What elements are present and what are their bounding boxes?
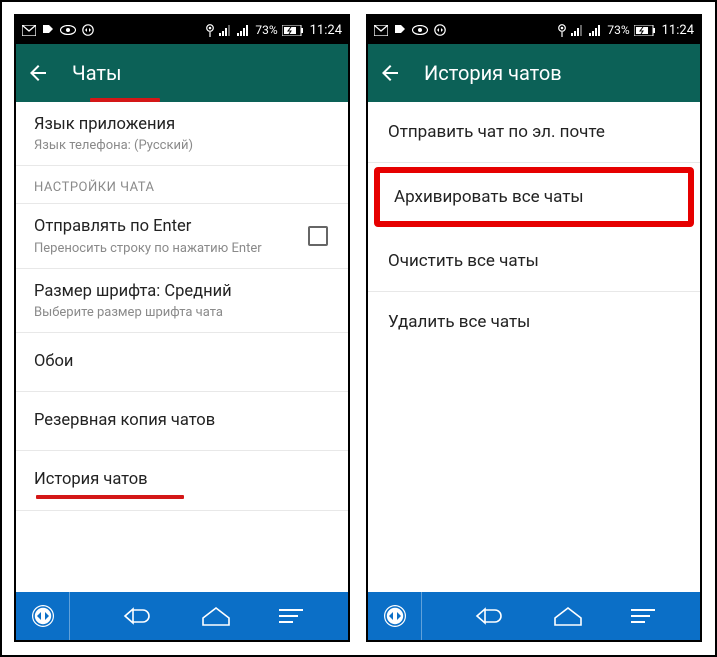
nav-bar: [16, 592, 348, 640]
teamviewer-icon: [82, 24, 94, 36]
app-bar: Чаты: [16, 44, 348, 102]
item-backup[interactable]: Резервная копия чатов: [16, 392, 348, 451]
clock-text: 11:24: [310, 23, 342, 38]
eye-icon: [412, 25, 428, 35]
nav-back-icon[interactable]: [113, 605, 157, 627]
item-label: История чатов: [34, 469, 330, 491]
checkbox-enter[interactable]: [308, 226, 328, 246]
nav-app-icon[interactable]: [368, 592, 422, 640]
item-label: Очистить все чаты: [388, 251, 539, 271]
item-label: Обои: [34, 351, 330, 373]
eye-icon: [60, 25, 76, 35]
app-bar: История чатов: [368, 44, 700, 102]
status-bar: 73% 11:24: [368, 16, 700, 44]
phone-right: 73% 11:24 История чатов Отправить чат по…: [366, 14, 702, 642]
item-wallpaper[interactable]: Обои: [16, 333, 348, 392]
teamviewer-icon: [434, 24, 446, 36]
tag-icon: [42, 24, 54, 36]
page-title: Чаты: [72, 61, 122, 85]
item-label: Удалить все чаты: [388, 312, 530, 332]
nav-bar: [368, 592, 700, 640]
tag-icon: [394, 24, 406, 36]
item-delete-all[interactable]: Удалить все чаты: [368, 292, 700, 352]
nav-app-icon[interactable]: [16, 592, 70, 640]
battery-percent: 73%: [255, 23, 277, 37]
item-clear-all[interactable]: Очистить все чаты: [368, 231, 700, 292]
item-sub: Выберите размер шрифта чата: [34, 305, 332, 320]
location-icon: [205, 24, 215, 37]
status-bar: 73% 11:24: [16, 16, 348, 44]
signal2-icon: [237, 24, 251, 36]
section-header: НАСТРОЙКИ ЧАТА: [16, 166, 348, 204]
nav-back-icon[interactable]: [465, 605, 509, 627]
battery-icon: [282, 25, 304, 36]
nav-recent-icon[interactable]: [276, 606, 306, 626]
settings-list: Язык приложения Язык телефона: (Русский)…: [16, 102, 348, 592]
clock-text: 11:24: [662, 23, 694, 38]
nav-recent-icon[interactable]: [628, 606, 658, 626]
item-language[interactable]: Язык приложения Язык телефона: (Русский): [16, 102, 348, 166]
nav-home-icon[interactable]: [199, 605, 233, 627]
back-icon[interactable]: [26, 61, 50, 85]
item-font-size[interactable]: Размер шрифта: Средний Выберите размер ш…: [16, 269, 348, 333]
item-history[interactable]: История чатов: [16, 451, 348, 510]
battery-icon: [634, 25, 656, 36]
history-list: Отправить чат по эл. почте Архивировать …: [368, 102, 700, 592]
annotation-underline: [36, 495, 184, 499]
phone-left: 73% 11:24 Чаты Язык приложения Язык теле…: [14, 14, 350, 642]
item-label: Размер шрифта: Средний: [34, 281, 332, 303]
signal-icon: [571, 24, 585, 36]
nav-home-icon[interactable]: [551, 605, 585, 627]
mail-icon: [374, 25, 388, 36]
mail-icon: [22, 25, 36, 36]
location-icon: [557, 24, 567, 37]
item-sub: Переносить строку по нажатию Enter: [34, 241, 262, 256]
page-title: История чатов: [424, 61, 562, 85]
item-label: Архивировать все чаты: [394, 187, 584, 207]
item-sub: Язык телефона: (Русский): [34, 138, 332, 153]
annotation-underline: [90, 98, 160, 102]
item-archive-all[interactable]: Архивировать все чаты: [374, 167, 694, 227]
back-icon[interactable]: [378, 61, 402, 85]
item-label: Язык приложения: [34, 114, 332, 136]
item-enter[interactable]: Отправлять по Enter Переносить строку по…: [16, 204, 348, 268]
item-label: Резервная копия чатов: [34, 410, 330, 432]
item-email-chat[interactable]: Отправить чат по эл. почте: [368, 102, 700, 163]
signal-icon: [219, 24, 233, 36]
signal2-icon: [589, 24, 603, 36]
battery-percent: 73%: [607, 23, 629, 37]
item-label: Отправлять по Enter: [34, 216, 262, 238]
item-label: Отправить чат по эл. почте: [388, 122, 605, 142]
